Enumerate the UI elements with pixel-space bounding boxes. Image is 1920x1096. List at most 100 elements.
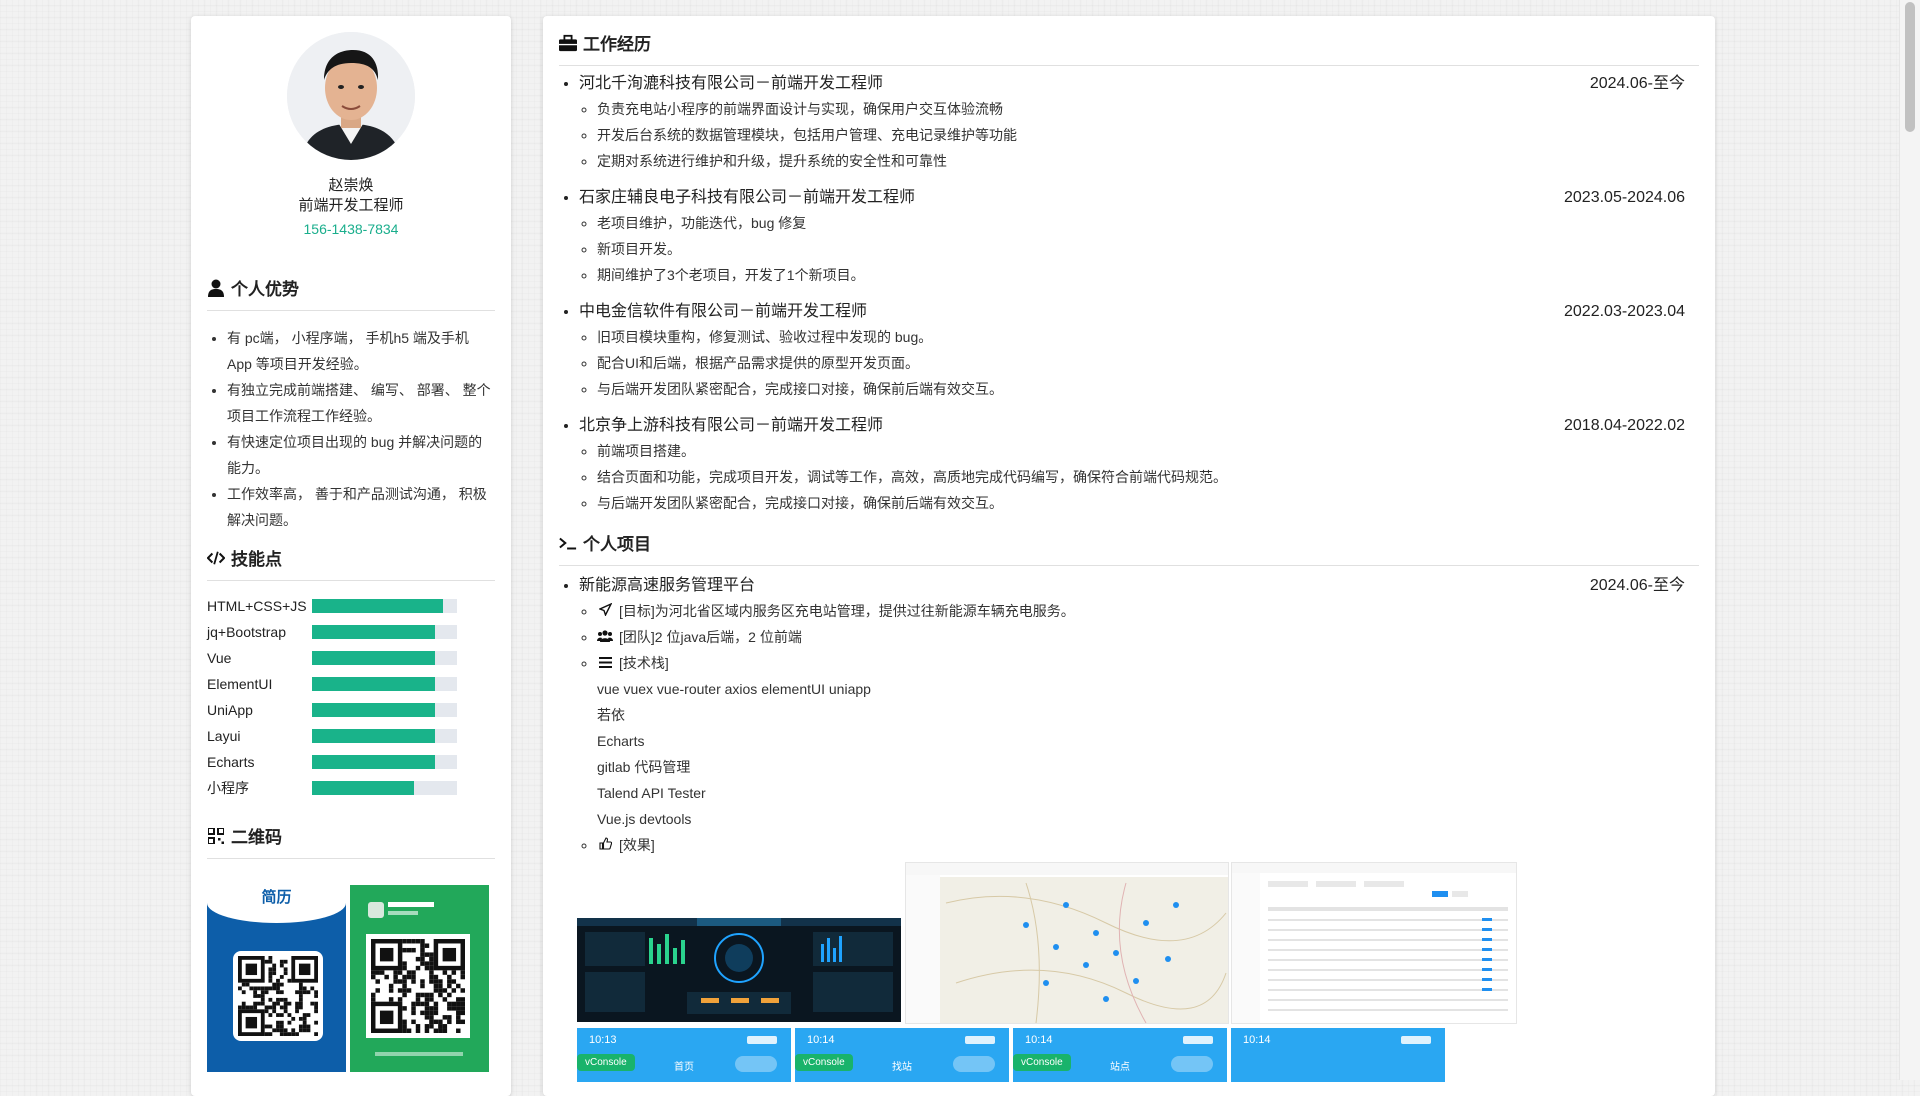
skill-name: jq+Bootstrap <box>207 624 286 640</box>
skill-bar <box>312 677 457 691</box>
job-title: 河北千洵漉科技有限公司－前端开发工程师 <box>579 75 884 92</box>
job-date: 2022.03-2023.04 <box>1564 303 1685 320</box>
work-heading: 工作经历 <box>559 16 1699 66</box>
job-duty: 配合UI和后端，根据产品需求提供的原型开发页面。 <box>597 350 1699 376</box>
skill-bar <box>312 781 457 795</box>
job-duty: 旧项目模块重构，修复测试、验收过程中发现的 bug。 <box>597 324 1699 350</box>
dashboard-screenshot <box>577 918 901 1022</box>
phone-screenshot: 10:13 vConsole 首页 <box>577 1028 791 1082</box>
skill-bar-fill <box>312 781 414 795</box>
profile-title: 前端开发工程师 <box>298 197 404 214</box>
skill-bar-fill <box>312 651 436 665</box>
job-duty: 新项目开发。 <box>597 236 1699 262</box>
job-duty: 定期对系统进行维护和升级，提升系统的安全性和可靠性 <box>597 148 1699 174</box>
skill-name: Vue <box>207 650 232 666</box>
advantage-item: 工作效率高， 善于和产品测试沟通， 积极解决问题。 <box>227 481 495 533</box>
job-title: 石家庄辅良电子科技有限公司－前端开发工程师 <box>579 189 916 206</box>
job-duty: 期间维护了3个老项目，开发了1个新项目。 <box>597 262 1699 288</box>
job-date: 2023.05-2024.06 <box>1564 189 1685 206</box>
advantage-item: 有独立完成前端搭建、 编写、 部署、 整个项目工作流程工作经验。 <box>227 377 495 429</box>
qrcode-icon <box>207 827 225 845</box>
skill-name: 小程序 <box>207 780 249 796</box>
job-date: 2024.06-至今 <box>1589 75 1685 92</box>
advantage-item: 有快速定位项目出现的 bug 并解决问题的能力。 <box>227 429 495 481</box>
phone-time: 10:14 <box>1025 1034 1053 1046</box>
projects-heading: 个人项目 <box>559 530 1699 566</box>
terminal-icon <box>559 534 577 552</box>
job-duty: 负责充电站小程序的前端界面设计与实现，确保用户交互体验流畅 <box>597 96 1699 122</box>
work-heading-text: 工作经历 <box>583 35 651 54</box>
skill-name: UniApp <box>207 702 253 718</box>
skill-row: 小程序 <box>207 775 495 801</box>
qrcode-heading: 二维码 <box>207 823 495 859</box>
phone-screenshot: 10:14 vConsole 找站 <box>795 1028 1009 1082</box>
skill-bar-fill <box>312 703 436 717</box>
scrollbar-thumb[interactable] <box>1905 2 1915 132</box>
job-title: 中电金信软件有限公司－前端开发工程师 <box>579 303 868 320</box>
map-screenshot <box>905 862 1229 1024</box>
skill-bar-fill <box>312 755 436 769</box>
project-screenshots: 10:13 vConsole 首页 10:14 vConsole 找站 10:14 vCons… <box>577 862 1699 1082</box>
job-duty: 结合页面和功能，完成项目开发，调试等工作，高效，高质地完成代码编写，确保符合前端… <box>597 464 1699 490</box>
advantage-item: 有 pc端， 小程序端， 手机h5 端及手机 App 等项目开发经验。 <box>227 325 495 377</box>
job-item: 河北千洵漉科技有限公司－前端开发工程师 2024.06-至今负责充电站小程序的前端… <box>579 74 1699 174</box>
project-team: [团队]2 位java后端，2 位前端 <box>597 624 1699 650</box>
job-item: 石家庄辅良电子科技有限公司－前端开发工程师 2023.05-2024.06 老项目维… <box>579 188 1699 288</box>
skill-bar-fill <box>312 625 436 639</box>
user-icon <box>207 279 225 297</box>
job-duty: 老项目维护，功能迭代，bug 修复 <box>597 210 1699 236</box>
tech-item: gitlab 代码管理 <box>597 759 691 775</box>
tech-item: Talend API Tester <box>597 785 706 801</box>
skill-bar <box>312 755 457 769</box>
project-stack: [技术栈]vue vuex vue-router axios elementUI… <box>597 650 1699 832</box>
skill-bar-fill <box>312 677 436 691</box>
page-scrollbar[interactable] <box>1899 0 1920 1080</box>
briefcase-icon <box>559 34 577 52</box>
job-item: 中电金信软件有限公司－前端开发工程师 2022.03-2023.04 旧项目模块重构… <box>579 302 1699 402</box>
phone-time: 10:14 <box>807 1034 835 1046</box>
phone-screenshot: 10:14 vConsole 站点 <box>1013 1028 1227 1082</box>
phone-time: 10:14 <box>1243 1034 1271 1046</box>
skills-heading-text: 技能点 <box>231 550 282 569</box>
advantages-heading-text: 个人优势 <box>231 280 299 299</box>
advantages-list: 有 pc端， 小程序端， 手机h5 端及手机 App 等项目开发经验。有独立完成… <box>207 325 495 533</box>
paper-plane-icon <box>597 598 613 624</box>
project-goal: [目标]为河北省区域内服务区充电站管理，提供过往新能源车辆充电服务。 <box>597 598 1699 624</box>
project-name: 新能源高速服务管理平台 <box>579 577 756 594</box>
jobs-list: 河北千洵漉科技有限公司－前端开发工程师 2024.06-至今负责充电站小程序的前端… <box>559 74 1699 516</box>
project-date: 2024.06-至今 <box>1589 577 1685 594</box>
skill-bar-fill <box>312 599 443 613</box>
projects-list: 新能源高速服务管理平台 2024.06-至今 [目标]为河北省区域内服务区充电站管理… <box>559 576 1699 858</box>
bars-icon <box>597 650 613 676</box>
profile-phone: 156-1438-7834 <box>303 221 399 237</box>
skill-name: ElementUI <box>207 676 273 692</box>
resume-qrcode-label: 简历 <box>261 889 292 906</box>
job-duty: 与后端开发团队紧密配合，完成接口对接，确保前后端有效交互。 <box>597 376 1699 402</box>
skill-bar <box>312 729 457 743</box>
table-screenshot <box>1231 862 1517 1024</box>
job-duty: 与后端开发团队紧密配合，完成接口对接，确保前后端有效交互。 <box>597 490 1699 516</box>
resume-qrcode: 简历 <box>207 885 346 1072</box>
skill-bar <box>312 651 457 665</box>
skill-row: Vue <box>207 645 495 671</box>
main-card: 工作经历 河北千洵漉科技有限公司－前端开发工程师2024.06-至今负责充电站小… <box>543 16 1715 1096</box>
code-icon <box>207 549 225 567</box>
project-item: 新能源高速服务管理平台 2024.06-至今 [目标]为河北省区域内服务区充电站管理… <box>579 576 1699 858</box>
skills-heading: 技能点 <box>207 545 495 581</box>
skill-row: Echarts <box>207 749 495 775</box>
advantages-heading: 个人优势 <box>207 275 495 311</box>
skill-row: HTML+CSS+JS <box>207 593 495 619</box>
skills-list: HTML+CSS+JS jq+Bootstrap Vue ElementUI UniAp… <box>207 593 495 801</box>
tech-item: 若依 <box>597 707 625 723</box>
skill-row: ElementUI <box>207 671 495 697</box>
profile-name: 赵崇焕 <box>328 177 374 194</box>
job-date: 2018.04-2022.02 <box>1564 417 1685 434</box>
avatar <box>287 32 415 160</box>
skill-row: UniApp <box>207 697 495 723</box>
skill-bar <box>312 599 457 613</box>
job-duty: 前端项目搭建。 <box>597 438 1699 464</box>
thumbs-up-icon <box>597 832 613 858</box>
tech-item: Echarts <box>597 733 645 749</box>
users-icon <box>597 624 613 650</box>
tech-item: vue vuex vue-router axios elementUI unia… <box>597 681 871 697</box>
